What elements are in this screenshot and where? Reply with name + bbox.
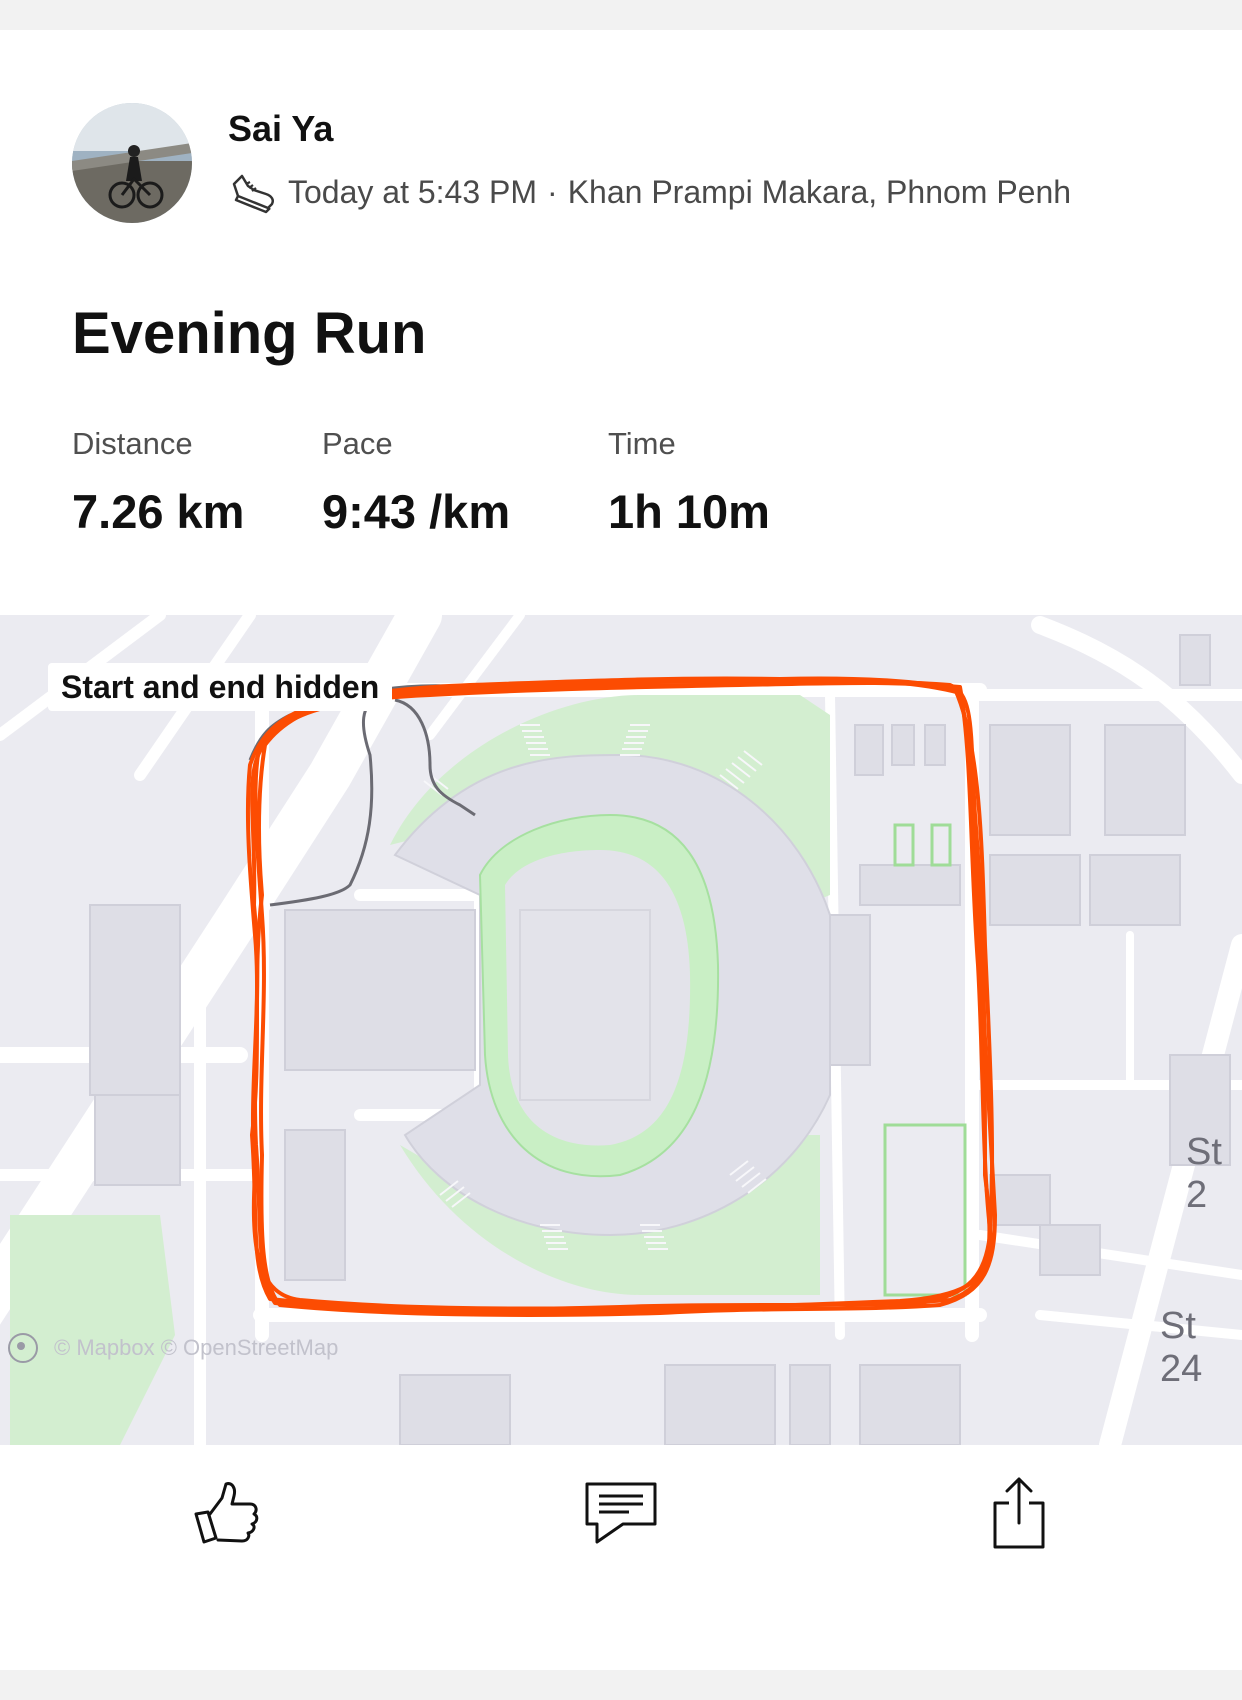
stat-value: 9:43 /km bbox=[322, 485, 511, 538]
street-label: St 24 bbox=[1160, 1305, 1203, 1390]
attribution-text: © Mapbox © OpenStreetMap bbox=[54, 1335, 339, 1360]
stat-label: Time bbox=[608, 426, 676, 461]
activity-timestamp: Today at 5:43 PM bbox=[288, 173, 538, 210]
street-label: St 2 bbox=[1186, 1131, 1222, 1216]
stat-pace: Pace 9:43 /km bbox=[322, 426, 510, 539]
running-shoe-icon bbox=[228, 170, 278, 214]
share-icon bbox=[989, 1475, 1049, 1556]
privacy-badge: Start and end hidden bbox=[48, 663, 393, 711]
stat-label: Distance bbox=[72, 426, 193, 461]
action-bar bbox=[0, 1470, 1242, 1630]
map-canvas bbox=[0, 615, 1242, 1445]
kudos-button[interactable] bbox=[180, 1470, 270, 1560]
comment-button[interactable] bbox=[576, 1470, 666, 1560]
comment-icon bbox=[583, 1480, 659, 1551]
thumbs-up-icon bbox=[188, 1476, 262, 1555]
route-map[interactable]: Start and end hidden St 2 St 24 © Mapbox… bbox=[0, 615, 1242, 1445]
map-attribution[interactable]: © Mapbox © OpenStreetMap bbox=[8, 1333, 338, 1363]
activity-card: Sai Ya Today at 5:43 PM · Khan Prampi Ma… bbox=[0, 30, 1242, 1670]
stat-label: Pace bbox=[322, 426, 393, 461]
stat-distance: Distance 7.26 km bbox=[72, 426, 244, 539]
stat-value: 1h 10m bbox=[608, 485, 770, 538]
share-button[interactable] bbox=[974, 1470, 1064, 1560]
stat-time: Time 1h 10m bbox=[608, 426, 770, 539]
activity-location: Khan Prampi Makara, Phnom Penh bbox=[567, 173, 1072, 210]
meta-separator: · bbox=[547, 173, 558, 210]
activity-title[interactable]: Evening Run bbox=[72, 300, 426, 367]
athlete-name[interactable]: Sai Ya bbox=[228, 108, 333, 150]
activity-meta: Today at 5:43 PM · Khan Prampi Makara, P… bbox=[228, 170, 1071, 214]
mapbox-logo-icon bbox=[8, 1333, 38, 1363]
stat-value: 7.26 km bbox=[72, 485, 245, 538]
avatar[interactable] bbox=[72, 103, 192, 223]
